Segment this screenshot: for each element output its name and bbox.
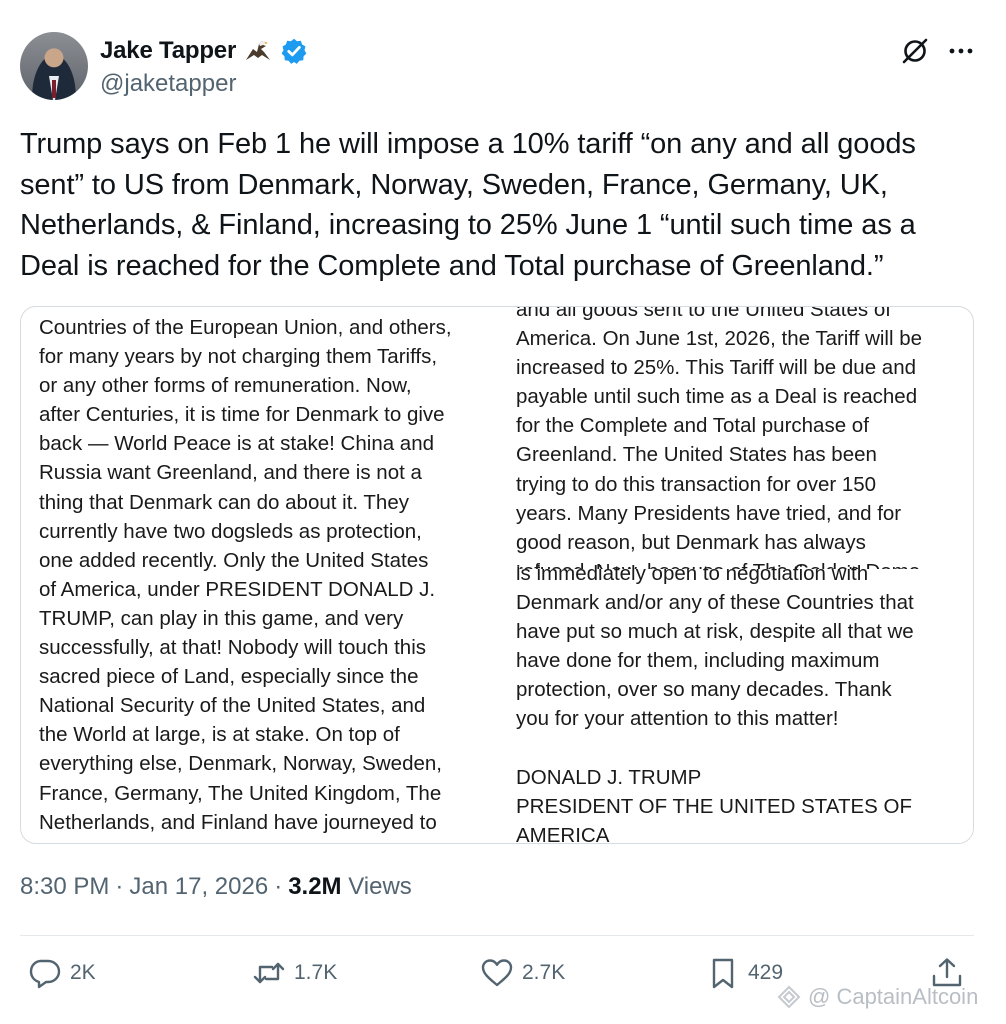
bookmark-count: 429 bbox=[748, 961, 784, 984]
image-text-right-bottom: is immediately open to negotiation with … bbox=[516, 562, 914, 844]
image-text-left: Countries of the European Union, and oth… bbox=[39, 316, 452, 843]
watermark: @ CaptainAltcoin bbox=[776, 984, 978, 1010]
reply-icon bbox=[29, 959, 61, 989]
watermark-logo-icon bbox=[777, 985, 801, 1009]
divider bbox=[20, 935, 974, 936]
views-label: Views bbox=[348, 873, 412, 900]
verified-badge-icon bbox=[281, 38, 307, 64]
avatar-tie bbox=[52, 80, 56, 98]
tweet-text-line: Trump says on Feb 1 he will impose a 10%… bbox=[20, 128, 916, 160]
tweet-media[interactable]: Countries of the European Union, and oth… bbox=[20, 306, 974, 844]
more-options-icon[interactable] bbox=[946, 36, 976, 66]
reply-count: 2K bbox=[70, 961, 96, 984]
repost-count: 1.7K bbox=[294, 961, 338, 984]
views-count: 3.2M bbox=[288, 873, 342, 900]
post-time[interactable]: 8:30 PM bbox=[20, 873, 109, 901]
media-image-left[interactable]: Countries of the European Union, and oth… bbox=[21, 307, 497, 843]
author-name-row: Jake Tapper bbox=[100, 34, 308, 68]
post-date[interactable]: Jan 17, 2026 bbox=[129, 873, 268, 901]
tweet-meta: 8:30 PM · Jan 17, 2026 · 3.2M Views bbox=[20, 873, 412, 901]
eagle-icon bbox=[246, 41, 271, 60]
tweet-text-line: Netherlands, & Finland, increasing to 25… bbox=[20, 209, 916, 241]
author-handle[interactable]: @jaketapper bbox=[100, 70, 236, 98]
tweet-text-line: Deal is reached for the Complete and Tot… bbox=[20, 249, 884, 282]
repost-button[interactable]: 1.7K bbox=[252, 956, 337, 990]
avatar[interactable] bbox=[20, 32, 88, 100]
repost-icon bbox=[253, 962, 285, 984]
bookmark-icon bbox=[712, 958, 734, 989]
meta-separator: · bbox=[274, 873, 283, 900]
reply-button[interactable]: 2K bbox=[28, 956, 96, 990]
image-text-right-top: and all goods sent to the United States … bbox=[516, 307, 923, 583]
heart-icon bbox=[481, 959, 513, 987]
watermark-text: @ CaptainAltcoin bbox=[808, 984, 979, 1009]
like-count: 2.7K bbox=[522, 961, 566, 984]
grok-icon[interactable] bbox=[900, 36, 930, 66]
meta-separator: · bbox=[115, 873, 124, 900]
tweet-header: Jake Tapper @jaketapper bbox=[20, 32, 986, 104]
tweet-text-line: sent” to US from Denmark, Norway, Sweden… bbox=[20, 168, 888, 201]
bookmark-button[interactable]: 429 bbox=[706, 956, 783, 990]
media-image-right[interactable]: and all goods sent to the United States … bbox=[499, 307, 973, 844]
tweet-text: Trump says on Feb 1 he will impose a 10%… bbox=[20, 124, 980, 286]
like-button[interactable]: 2.7K bbox=[480, 956, 565, 990]
author-name[interactable]: Jake Tapper bbox=[100, 37, 236, 65]
